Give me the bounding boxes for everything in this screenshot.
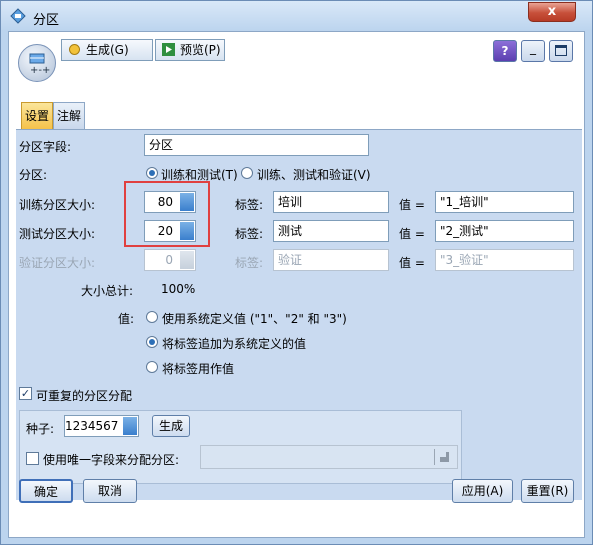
partition-node-icon — [10, 8, 26, 24]
generate-icon — [69, 44, 80, 55]
train-value-input[interactable]: "1_培训" — [435, 191, 574, 213]
validate-size-label: 验证分区大小: — [19, 256, 96, 270]
repeatable-checkbox[interactable]: ✓ — [19, 387, 32, 400]
preview-label: 预览(P) — [180, 43, 221, 57]
partitions-label: 分区: — [19, 168, 48, 182]
seed-generate-button[interactable]: 生成 — [152, 415, 190, 437]
svg-text:+-+: +-+ — [30, 65, 50, 76]
train-tag-input[interactable]: 培训 — [273, 191, 389, 213]
generate-button[interactable]: 生成(G) — [61, 39, 153, 61]
reset-button[interactable]: 重置(R) — [521, 479, 574, 503]
preview-button[interactable]: 预览(P) — [155, 39, 225, 61]
train-test-validate-radio[interactable] — [241, 167, 253, 179]
labels-as-values-radio[interactable] — [146, 361, 158, 373]
partition-field-input[interactable]: 分区 — [144, 134, 369, 156]
total-size-label: 大小总计: — [81, 284, 134, 298]
unique-field-label: 使用唯一字段来分配分区: — [43, 453, 180, 467]
system-values-option-label: 使用系统定义值 ("1"、"2" 和 "3") — [162, 312, 347, 326]
validate-value-label: 值 = — [399, 256, 425, 270]
validate-size-value: 0 — [165, 253, 173, 267]
title-bar[interactable]: 分区 x — [1, 1, 592, 31]
help-icon: ? — [501, 44, 509, 58]
seed-stepper[interactable]: 1234567 — [64, 415, 139, 437]
tab-annotations[interactable]: 注解 — [53, 102, 85, 130]
ok-button[interactable]: 确定 — [19, 479, 73, 503]
close-button[interactable]: x — [528, 2, 576, 22]
seed-label: 种子: — [26, 422, 55, 436]
generate-label: 生成(G) — [86, 43, 129, 57]
append-labels-option-label: 将标签追加为系统定义的值 — [162, 337, 307, 351]
partition-field-label: 分区字段: — [19, 140, 72, 154]
partition-dialog: 分区 x +-+ 生成(G) 预览(P) ? _ 设置 注解 分区字段: 分区 … — [0, 0, 593, 545]
preview-play-icon — [162, 43, 175, 56]
values-label: 值: — [118, 312, 135, 326]
test-value-input[interactable]: "2_测试" — [435, 220, 574, 242]
spinner-arrows-icon — [180, 251, 194, 269]
unique-field-select — [200, 445, 458, 469]
tab-settings[interactable]: 设置 — [21, 102, 53, 130]
train-test-validate-option-label: 训练、测试和验证(V) — [257, 168, 371, 182]
minimize-icon: _ — [530, 41, 536, 55]
partition-node-badge-icon: +-+ — [18, 44, 56, 82]
train-size-label: 训练分区大小: — [19, 198, 96, 212]
validate-tag-input: 验证 — [273, 249, 389, 271]
append-labels-radio[interactable] — [146, 336, 158, 348]
field-picker-icon — [434, 449, 453, 465]
seed-value: 1234567 — [65, 419, 119, 433]
repeatable-label: 可重复的分区分配 — [36, 389, 133, 403]
test-tag-label: 标签: — [235, 227, 264, 241]
cancel-button[interactable]: 取消 — [83, 479, 137, 503]
help-button[interactable]: ? — [493, 40, 517, 62]
system-values-radio[interactable] — [146, 311, 158, 323]
spinner-arrows-icon[interactable] — [123, 417, 137, 435]
maximize-button[interactable] — [549, 40, 573, 62]
train-value-label: 值 = — [399, 198, 425, 212]
test-value-label: 值 = — [399, 227, 425, 241]
validate-tag-label: 标签: — [235, 256, 264, 270]
unique-field-checkbox[interactable] — [26, 452, 39, 465]
validate-value-input: "3_验证" — [435, 249, 574, 271]
train-test-radio[interactable] — [146, 167, 158, 179]
apply-button[interactable]: 应用(A) — [452, 479, 513, 503]
size-highlight-box — [124, 181, 210, 247]
maximize-icon — [555, 45, 567, 56]
test-size-label: 测试分区大小: — [19, 227, 96, 241]
labels-as-values-option-label: 将标签用作值 — [162, 362, 235, 376]
train-tag-label: 标签: — [235, 198, 264, 212]
validate-size-stepper: 0 — [144, 249, 196, 271]
window-title: 分区 — [33, 13, 60, 28]
total-size-value: 100% — [161, 282, 196, 296]
test-tag-input[interactable]: 测试 — [273, 220, 389, 242]
minimize-button[interactable]: _ — [521, 40, 545, 62]
